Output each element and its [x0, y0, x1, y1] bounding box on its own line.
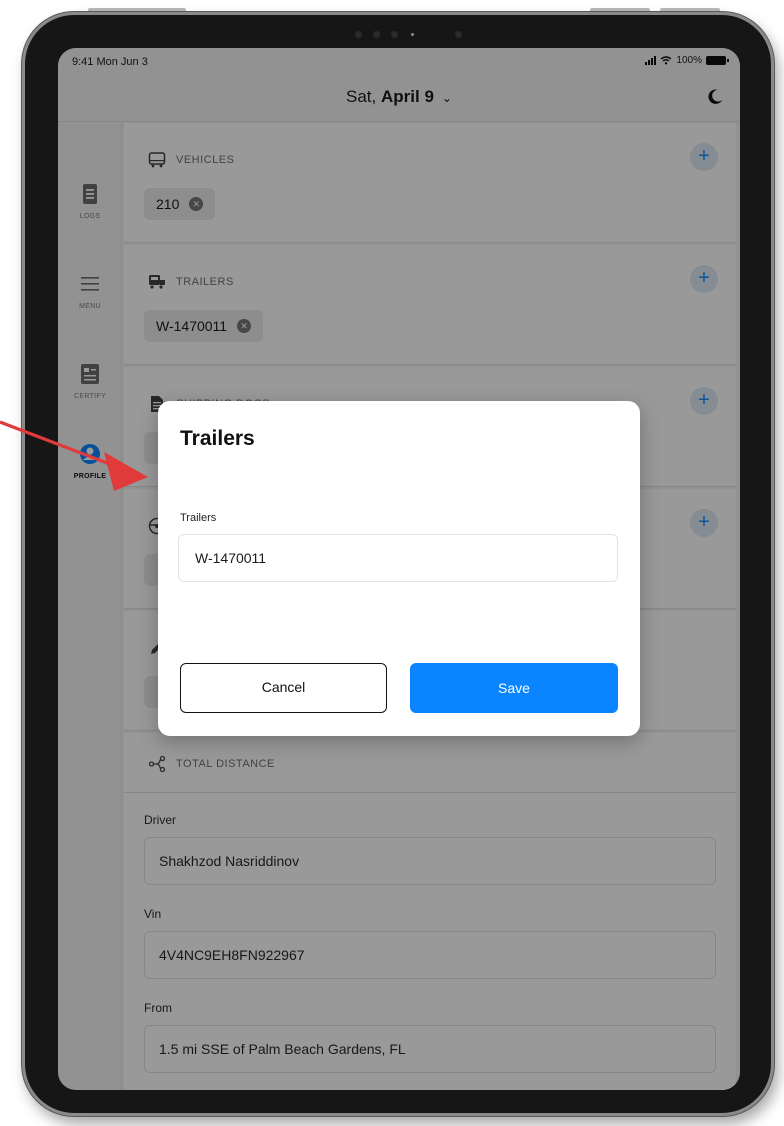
trailers-dialog: Trailers Trailers W-1470011 Cancel Save	[158, 401, 640, 736]
camera-dots	[355, 29, 475, 41]
trailers-input[interactable]: W-1470011	[178, 534, 618, 582]
save-button[interactable]: Save	[410, 663, 618, 713]
annotation-arrow-icon	[0, 420, 148, 491]
trailers-field-label: Trailers	[180, 512, 217, 524]
cancel-button[interactable]: Cancel	[180, 663, 387, 713]
dialog-title: Trailers	[180, 427, 255, 450]
